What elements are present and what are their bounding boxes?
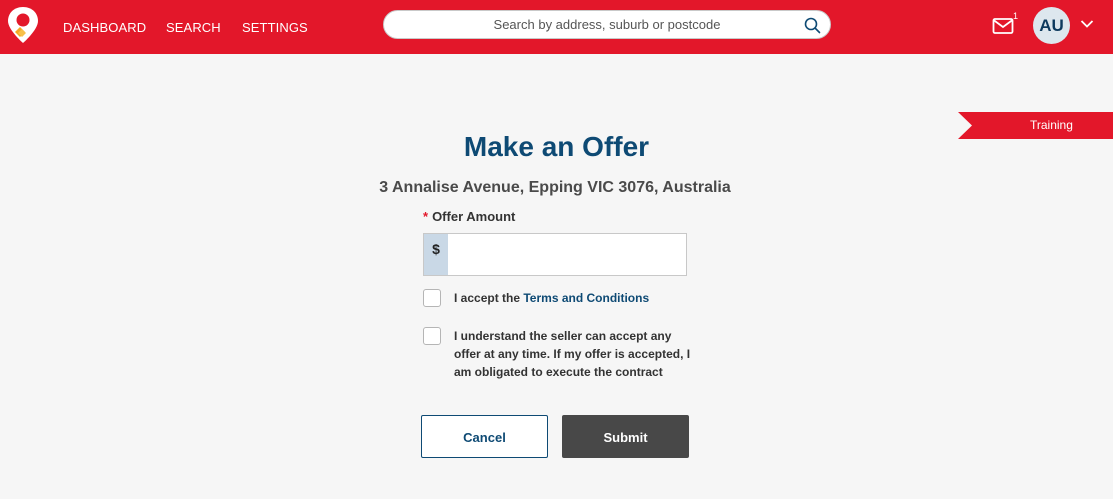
property-address: 3 Annalise Avenue, Epping VIC 3076, Aust… [379,179,731,196]
nav-search[interactable]: SEARCH [166,20,221,35]
page-title: Make an Offer [463,131,650,162]
nav-dashboard[interactable]: DASHBOARD [63,20,146,35]
terms-prefix-text: I accept the [454,291,524,305]
understand-checkbox-label: I understand the seller can accept any o… [454,329,691,379]
search-bar [383,10,831,39]
understand-checkbox[interactable] [423,327,441,345]
terms-link[interactable]: Terms and Conditions [523,291,649,305]
search-input[interactable] [384,11,830,38]
offer-amount-input[interactable] [448,234,686,275]
logo-icon[interactable] [6,6,40,44]
terms-checkbox-label: I accept the Terms and Conditions [454,289,649,307]
offer-amount-label: * Offer Amount [423,209,515,224]
offer-amount-field: $ [423,233,687,276]
notification-count: 1 [1013,11,1019,21]
submit-button[interactable]: Submit [562,415,689,458]
offer-amount-label-text: Offer Amount [432,209,516,224]
currency-prefix: $ [424,234,448,275]
required-marker: * [423,209,429,224]
search-icon[interactable] [804,17,821,34]
top-navbar: DASHBOARD SEARCH SETTINGS 1 AU [0,0,1113,54]
avatar[interactable]: AU [1033,7,1070,44]
terms-checkbox[interactable] [423,289,441,307]
cancel-button[interactable]: Cancel [421,415,548,458]
chevron-down-icon[interactable] [1080,19,1094,29]
nav-settings[interactable]: SETTINGS [242,20,308,35]
